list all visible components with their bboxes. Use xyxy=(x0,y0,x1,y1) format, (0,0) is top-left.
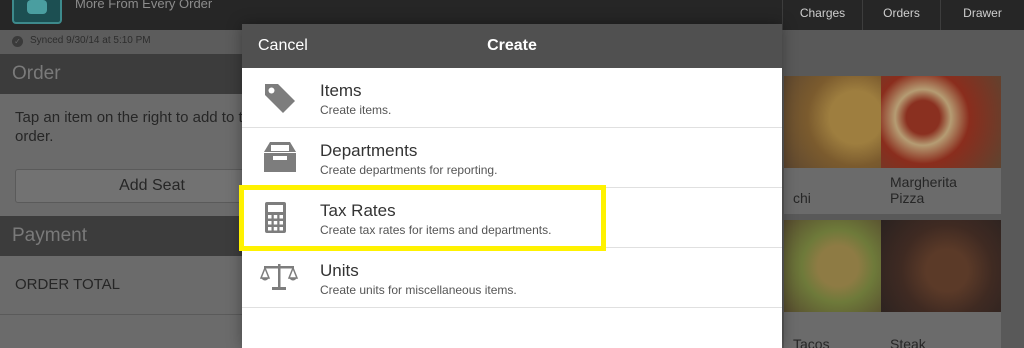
create-units-row[interactable]: Units Create units for miscellaneous ite… xyxy=(242,248,782,308)
create-departments-row[interactable]: Departments Create departments for repor… xyxy=(242,128,782,188)
cancel-button[interactable]: Cancel xyxy=(258,24,308,68)
food-image xyxy=(881,76,1001,168)
menu-tile-label: Steak xyxy=(890,336,926,348)
row-title: Units xyxy=(320,261,359,280)
modal-title: Create xyxy=(487,37,537,54)
food-image xyxy=(881,220,1001,312)
order-total-label: ORDER TOTAL xyxy=(15,276,121,293)
menu-tile[interactable]: Margherita Pizza xyxy=(881,76,1001,214)
nav-drawer-button[interactable]: Drawer xyxy=(940,0,1024,30)
sync-status-text: Synced 9/30/14 at 5:10 PM xyxy=(30,35,151,46)
row-subtitle: Create items. xyxy=(320,103,392,117)
check-icon: ✓ xyxy=(12,36,23,47)
nav-charges-button[interactable]: Charges xyxy=(782,0,862,30)
create-items-row[interactable]: Items Create items. xyxy=(242,68,782,128)
row-title: Items xyxy=(320,81,362,100)
app-logo xyxy=(12,0,62,24)
tray-icon xyxy=(260,140,300,176)
tag-icon xyxy=(260,80,300,116)
menu-tile-label: Tacos xyxy=(793,336,830,348)
modal-header: Cancel Create xyxy=(242,24,782,68)
row-subtitle: Create units for miscellaneous items. xyxy=(320,283,517,297)
row-title: Departments xyxy=(320,141,418,160)
row-subtitle: Create departments for reporting. xyxy=(320,163,498,177)
menu-tile[interactable]: Steak xyxy=(881,220,1001,348)
scale-icon xyxy=(260,260,300,296)
app-tagline: More From Every Order xyxy=(75,0,213,11)
menu-tile-label: chi xyxy=(793,190,811,206)
tax-rates-highlight xyxy=(239,185,606,251)
nav-orders-button[interactable]: Orders xyxy=(862,0,940,30)
menu-tile-label: Margherita Pizza xyxy=(890,174,957,206)
